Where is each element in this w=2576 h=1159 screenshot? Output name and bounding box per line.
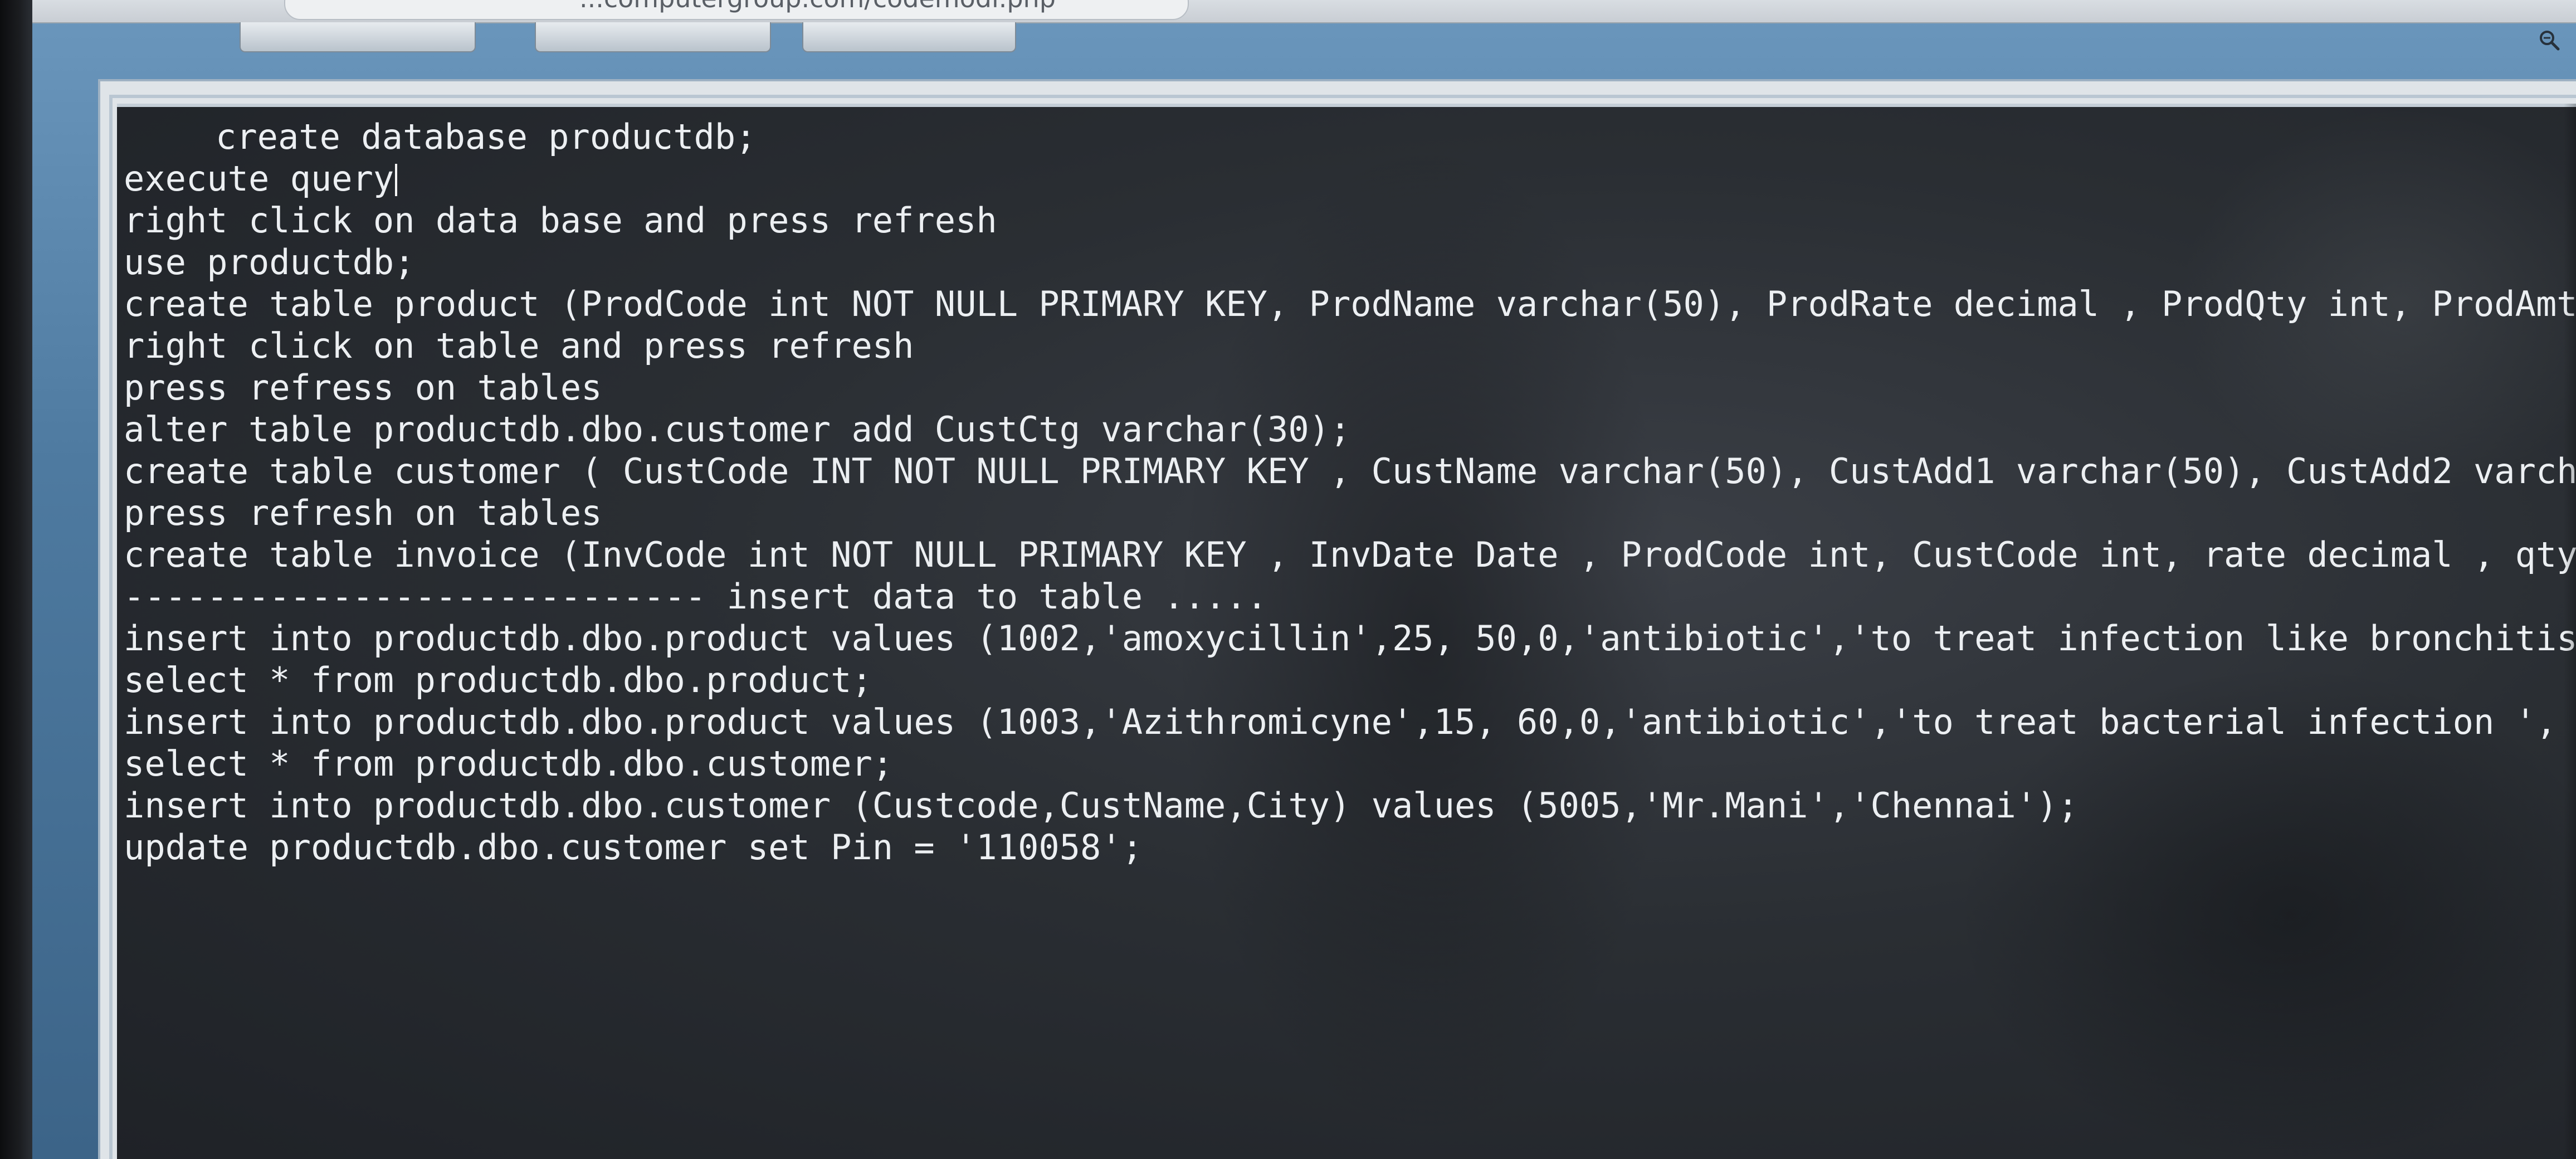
code-line[interactable]: use productdb; (124, 241, 2576, 283)
tab[interactable] (240, 22, 476, 52)
screen: ...computergroup.com/codemodi.php create… (0, 0, 2576, 1159)
code-line-text: right click on data base and press refre… (124, 200, 997, 241)
code-line[interactable]: create table product (ProdCode int NOT N… (124, 283, 2576, 325)
code-line[interactable]: insert into productdb.dbo.product values… (124, 617, 2576, 659)
code-line-text: right click on table and press refresh (124, 325, 914, 366)
code-editor[interactable]: create database productdb; execute query… (117, 104, 2576, 1159)
code-line-text: insert into productdb.dbo.product values… (124, 618, 2576, 659)
code-line-text: insert into productdb.dbo.product values… (124, 702, 2576, 742)
monitor-bezel (0, 0, 32, 1159)
tab[interactable] (535, 22, 771, 52)
code-line[interactable]: right click on data base and press refre… (124, 199, 2576, 241)
code-line[interactable]: select * from productdb.dbo.product; (124, 659, 2576, 701)
code-line[interactable]: press refresh on tables (124, 492, 2576, 534)
code-line-text: create table invoice (InvCode int NOT NU… (124, 534, 2576, 575)
code-line-text: select * from productdb.dbo.customer; (124, 743, 894, 784)
code-line-text: press refress on tables (124, 367, 602, 408)
code-line[interactable]: create table invoice (InvCode int NOT NU… (124, 534, 2576, 576)
tab[interactable] (802, 22, 1016, 52)
code-line-text: select * from productdb.dbo.product; (124, 660, 872, 700)
code-line-text: insert into productdb.dbo.customer (Cust… (124, 785, 2079, 826)
code-line[interactable]: press refress on tables (124, 367, 2576, 408)
code-line[interactable]: ---------------------------- insert data… (124, 576, 2576, 617)
code-line[interactable]: create table customer ( CustCode INT NOT… (124, 450, 2576, 492)
code-line-text: update productdb.dbo.customer set Pin = … (124, 827, 1143, 868)
text-cursor (395, 164, 398, 196)
code-line-text: ---------------------------- insert data… (124, 576, 1267, 617)
address-bar-url[interactable]: ...computergroup.com/codemodi.php (579, 0, 1056, 13)
code-line[interactable]: alter table productdb.dbo.customer add C… (124, 408, 2576, 450)
code-line[interactable]: execute query (124, 158, 2576, 199)
code-line[interactable]: create database productdb; (124, 116, 2576, 158)
code-line[interactable]: insert into productdb.dbo.customer (Cust… (124, 785, 2576, 826)
code-lines: create database productdb; execute query… (124, 116, 2576, 868)
code-line-text: create database productdb; (216, 116, 757, 157)
editor-edge-shadow (2564, 104, 2576, 1159)
zoom-magnifier-icon[interactable] (2538, 29, 2560, 51)
code-line-text: press refresh on tables (124, 493, 602, 533)
code-line-text: alter table productdb.dbo.customer add C… (124, 409, 1351, 450)
code-line[interactable]: right click on table and press refresh (124, 325, 2576, 367)
code-line-text: create table product (ProdCode int NOT N… (124, 284, 2576, 324)
tab-strip (240, 22, 1187, 52)
code-line-text: create table customer ( CustCode INT NOT… (124, 451, 2576, 491)
code-line[interactable]: select * from productdb.dbo.customer; (124, 743, 2576, 785)
code-line-text: use productdb; (124, 242, 415, 283)
code-line[interactable]: insert into productdb.dbo.product values… (124, 701, 2576, 743)
code-line[interactable]: update productdb.dbo.customer set Pin = … (124, 826, 2576, 868)
code-line-text: execute query (124, 158, 394, 199)
